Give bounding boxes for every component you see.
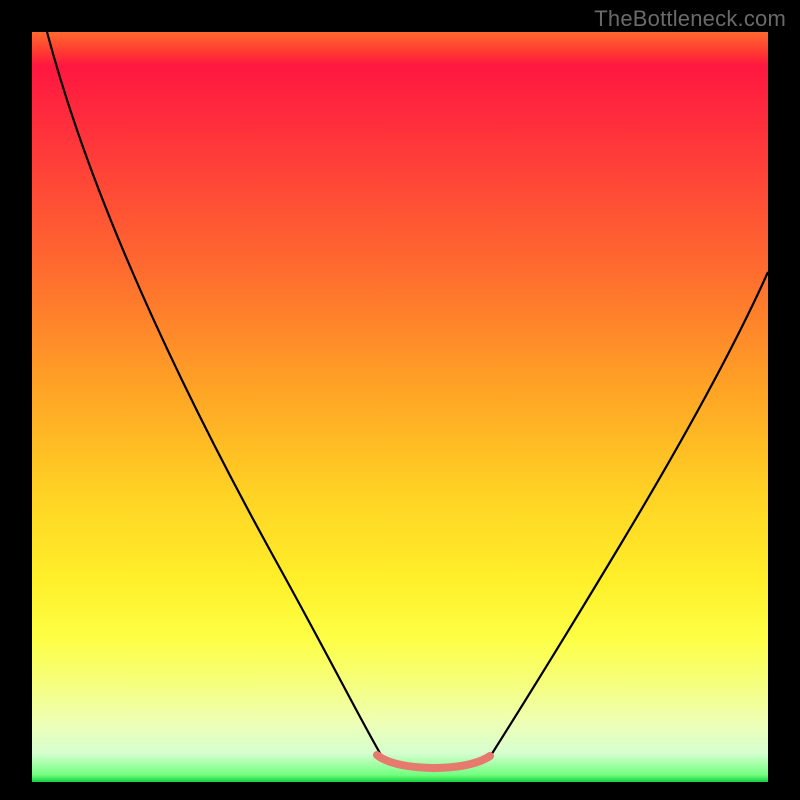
plot-area (32, 32, 768, 782)
curves-svg (32, 32, 768, 782)
left-curve (47, 32, 384, 760)
trough-highlight (377, 755, 490, 768)
watermark-text: TheBottleneck.com (594, 6, 786, 32)
right-curve (488, 272, 768, 760)
